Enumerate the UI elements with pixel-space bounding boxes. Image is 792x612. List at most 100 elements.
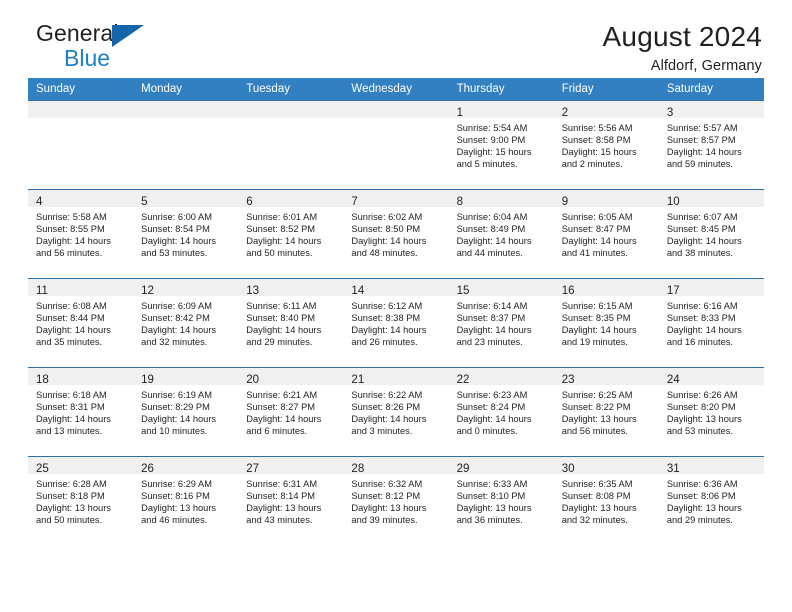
day-cell-content: 8 Sunrise: 6:04 AM Sunset: 8:49 PM Daylight… [448,190,554,278]
calendar-day-cell[interactable]: 18 Sunrise: 6:18 AM Sunset: 8:31 PM Dayligh… [28,367,134,457]
sunset-text: Sunset: 8:50 PM [351,224,421,235]
calendar-day-cell[interactable]: 19 Sunrise: 6:19 AM Sunset: 8:29 PM Dayligh… [133,367,239,457]
calendar-day-cell[interactable]: 9 Sunrise: 6:05 AM Sunset: 8:47 PM Daylight… [553,189,659,279]
calendar-day-cell[interactable]: 5 Sunrise: 6:00 AM Sunset: 8:54 PM Daylight… [133,189,239,279]
day-sun-info: Sunrise: 6:26 AM Sunset: 8:20 PM Daylight:… [659,385,764,437]
calendar-day-cell[interactable]: 17 Sunrise: 6:16 AM Sunset: 8:33 PM Dayligh… [658,278,764,368]
daylight-text: Daylight: 13 hours and 43 minutes. [246,503,322,526]
day-sun-info: Sunrise: 6:32 AM Sunset: 8:12 PM Daylight:… [343,474,448,526]
title-block: August 2024 Alfdorf, Germany [603,22,764,75]
calendar-week-row: 11 Sunrise: 6:08 AM Sunset: 8:44 PM Dayligh… [28,278,764,368]
day-number: 2 [561,107,569,119]
day-sun-info: Sunrise: 6:19 AM Sunset: 8:29 PM Daylight:… [133,385,238,437]
calendar-day-cell[interactable]: 23 Sunrise: 6:25 AM Sunset: 8:22 PM Dayligh… [553,367,659,457]
day-cell-content [28,101,134,189]
sunset-text: Sunset: 9:00 PM [456,135,526,146]
page-header: General Blue August 2024 Alfdorf, German… [28,0,764,78]
day-number-band [238,101,344,118]
calendar-day-cell[interactable]: 2 Sunrise: 5:56 AM Sunset: 8:58 PM Daylight… [553,100,659,190]
calendar-day-cell[interactable]: 3 Sunrise: 5:57 AM Sunset: 8:57 PM Daylight… [658,100,764,190]
calendar-day-cell[interactable]: 11 Sunrise: 6:08 AM Sunset: 8:44 PM Dayligh… [28,278,134,368]
calendar-day-cell[interactable]: 25 Sunrise: 6:28 AM Sunset: 8:18 PM Dayligh… [28,456,134,545]
day-sun-info: Sunrise: 6:25 AM Sunset: 8:22 PM Daylight:… [554,385,659,437]
weekday-header-sunday: Sunday [28,78,134,101]
sunrise-text: Sunrise: 6:35 AM [561,479,633,489]
calendar-week-row: 18 Sunrise: 6:18 AM Sunset: 8:31 PM Dayligh… [28,367,764,457]
day-sun-info: Sunrise: 6:15 AM Sunset: 8:35 PM Daylight:… [554,296,659,348]
day-sun-info: Sunrise: 6:22 AM Sunset: 8:26 PM Daylight:… [343,385,448,437]
calendar-day-cell[interactable]: 7 Sunrise: 6:02 AM Sunset: 8:50 PM Daylight… [343,189,449,279]
calendar-day-cell[interactable]: 27 Sunrise: 6:31 AM Sunset: 8:14 PM Dayligh… [238,456,344,545]
day-sun-info: Sunrise: 6:18 AM Sunset: 8:31 PM Daylight:… [28,385,133,437]
day-sun-info: Sunrise: 6:07 AM Sunset: 8:45 PM Daylight:… [659,207,764,259]
weekday-header-thursday: Thursday [448,78,554,101]
calendar-day-cell[interactable]: 29 Sunrise: 6:33 AM Sunset: 8:10 PM Dayligh… [448,456,554,545]
sunset-text: Sunset: 8:55 PM [36,224,105,235]
daylight-text: Daylight: 14 hours and 59 minutes. [666,147,742,170]
day-number-band: 8 [448,190,554,208]
day-cell-content: 25 Sunrise: 6:28 AM Sunset: 8:18 PM Dayligh… [28,457,134,545]
daylight-text: Daylight: 14 hours and 26 minutes. [351,325,427,348]
calendar-day-cell[interactable]: 12 Sunrise: 6:09 AM Sunset: 8:42 PM Dayligh… [133,278,239,368]
calendar-week-row: 4 Sunrise: 5:58 AM Sunset: 8:55 PM Daylight… [28,189,764,279]
calendar-day-cell[interactable]: 20 Sunrise: 6:21 AM Sunset: 8:27 PM Dayligh… [238,367,344,457]
day-number: 4 [36,196,43,208]
day-cell-content: 20 Sunrise: 6:21 AM Sunset: 8:27 PM Dayligh… [238,368,344,456]
calendar-day-cell[interactable]: 30 Sunrise: 6:35 AM Sunset: 8:08 PM Dayligh… [553,456,659,545]
sunrise-text: Sunrise: 6:19 AM [141,390,212,400]
calendar-day-cell[interactable]: 15 Sunrise: 6:14 AM Sunset: 8:37 PM Dayligh… [448,278,554,368]
calendar-day-cell[interactable]: 1 Sunrise: 5:54 AM Sunset: 9:00 PM Daylight… [448,100,554,190]
day-number: 13 [246,285,260,297]
day-sun-info: Sunrise: 5:58 AM Sunset: 8:55 PM Daylight:… [28,207,133,259]
calendar-day-cell[interactable]: 8 Sunrise: 6:04 AM Sunset: 8:49 PM Daylight… [448,189,554,279]
calendar-day-cell[interactable]: 31 Sunrise: 6:36 AM Sunset: 8:06 PM Dayligh… [658,456,764,545]
day-number: 30 [561,463,575,475]
calendar-day-cell[interactable]: 22 Sunrise: 6:23 AM Sunset: 8:24 PM Dayligh… [448,367,554,457]
brand-logo[interactable]: General Blue [28,22,158,74]
day-sun-info: Sunrise: 6:09 AM Sunset: 8:42 PM Daylight:… [133,296,238,348]
sunrise-text: Sunrise: 5:56 AM [561,123,633,133]
calendar-day-cell[interactable]: 14 Sunrise: 6:12 AM Sunset: 8:38 PM Dayligh… [343,278,449,368]
sunrise-text: Sunrise: 6:08 AM [36,301,107,311]
calendar-day-cell[interactable]: 13 Sunrise: 6:11 AM Sunset: 8:40 PM Dayligh… [238,278,344,368]
day-number-band: 20 [238,368,344,386]
daylight-text: Daylight: 13 hours and 39 minutes. [351,503,427,526]
calendar-week-row: 25 Sunrise: 6:28 AM Sunset: 8:18 PM Dayligh… [28,456,764,545]
sunrise-text: Sunrise: 6:01 AM [246,212,318,222]
daylight-text: Daylight: 14 hours and 23 minutes. [456,325,532,348]
day-number: 31 [666,463,680,475]
day-number-band: 15 [448,279,554,297]
calendar-day-cell[interactable]: 28 Sunrise: 6:32 AM Sunset: 8:12 PM Dayligh… [343,456,449,545]
day-sun-info: Sunrise: 6:04 AM Sunset: 8:49 PM Daylight:… [449,207,554,259]
daylight-text: Daylight: 13 hours and 36 minutes. [456,503,532,526]
sunset-text: Sunset: 8:38 PM [351,313,421,324]
calendar-day-cell[interactable]: 21 Sunrise: 6:22 AM Sunset: 8:26 PM Dayligh… [343,367,449,457]
calendar-day-cell[interactable]: 10 Sunrise: 6:07 AM Sunset: 8:45 PM Dayligh… [658,189,764,279]
sunset-text: Sunset: 8:44 PM [36,313,105,324]
day-number: 26 [141,463,154,475]
calendar-day-cell[interactable]: 24 Sunrise: 6:26 AM Sunset: 8:20 PM Dayligh… [658,367,764,457]
calendar-cell-empty [28,100,134,190]
day-number: 6 [246,196,253,208]
day-number: 27 [246,463,260,475]
calendar-day-cell[interactable]: 26 Sunrise: 6:29 AM Sunset: 8:16 PM Dayligh… [133,456,239,545]
day-sun-info: Sunrise: 5:57 AM Sunset: 8:57 PM Daylight:… [659,118,764,170]
day-cell-content: 7 Sunrise: 6:02 AM Sunset: 8:50 PM Daylight… [343,190,449,278]
calendar-day-cell[interactable]: 16 Sunrise: 6:15 AM Sunset: 8:35 PM Dayligh… [553,278,659,368]
calendar-day-cell[interactable]: 4 Sunrise: 5:58 AM Sunset: 8:55 PM Daylight… [28,189,134,279]
day-number: 17 [666,285,680,297]
day-number-band [28,101,134,118]
weekday-header-wednesday: Wednesday [343,78,449,101]
day-sun-info: Sunrise: 6:23 AM Sunset: 8:24 PM Daylight:… [449,385,554,437]
day-sun-info: Sunrise: 6:16 AM Sunset: 8:33 PM Daylight:… [659,296,764,348]
daylight-text: Daylight: 14 hours and 48 minutes. [351,236,427,259]
day-cell-content: 6 Sunrise: 6:01 AM Sunset: 8:52 PM Daylight… [238,190,344,278]
day-number: 7 [351,196,358,208]
day-number-band: 19 [133,368,239,386]
sunset-text: Sunset: 8:24 PM [456,402,526,413]
calendar-day-cell[interactable]: 6 Sunrise: 6:01 AM Sunset: 8:52 PM Daylight… [238,189,344,279]
sunrise-text: Sunrise: 6:29 AM [141,479,212,489]
day-cell-content: 28 Sunrise: 6:32 AM Sunset: 8:12 PM Dayligh… [343,457,449,545]
day-number-band: 17 [658,279,764,297]
sunset-text: Sunset: 8:54 PM [141,224,210,235]
